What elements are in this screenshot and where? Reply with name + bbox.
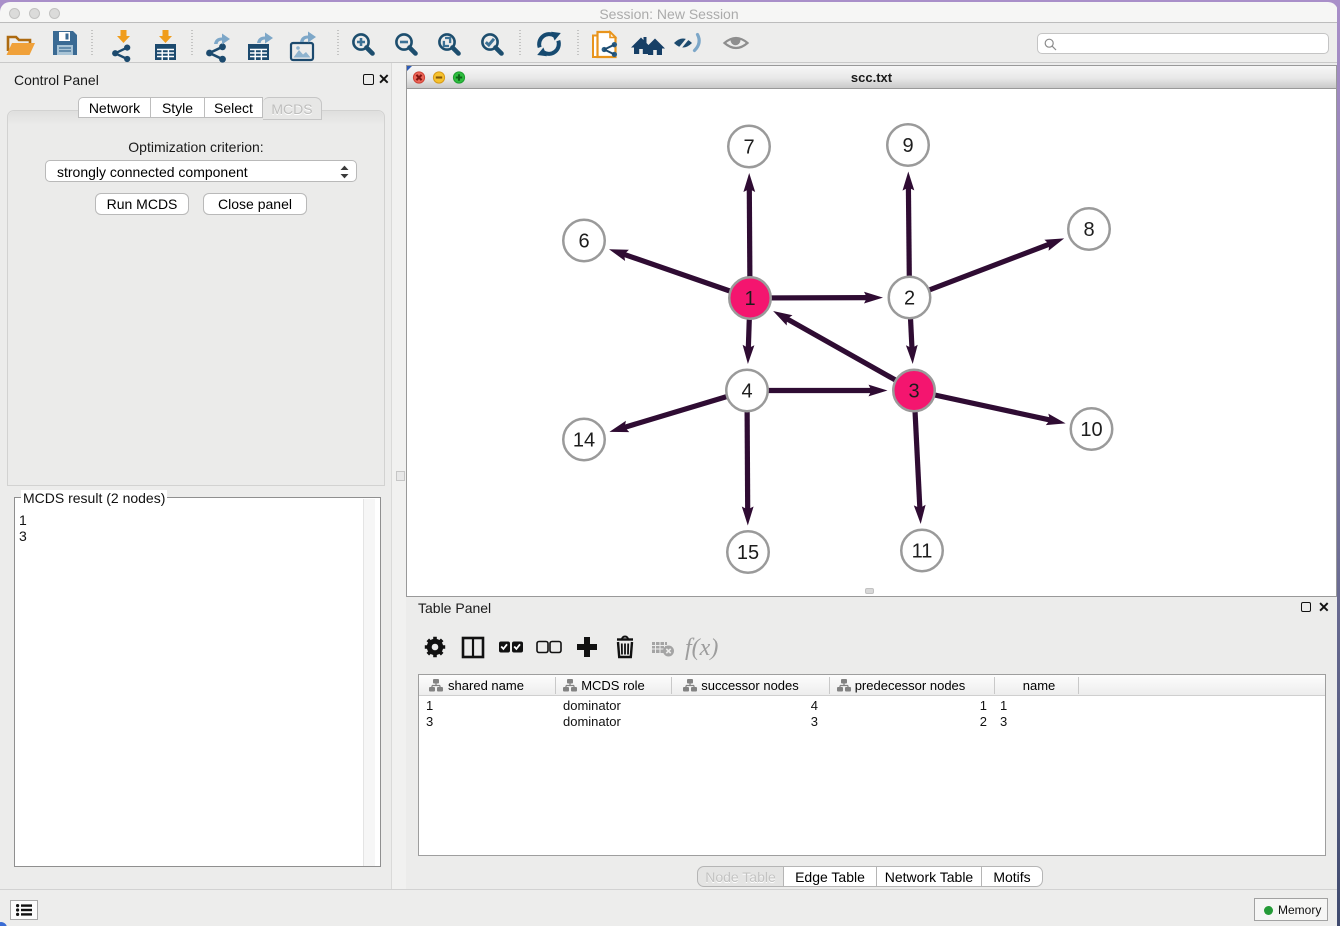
- svg-text:14: 14: [573, 430, 595, 452]
- svg-text:9: 9: [902, 135, 913, 157]
- svg-text:7: 7: [743, 137, 754, 159]
- svg-text:f(x): f(x): [685, 635, 718, 661]
- svg-text:shared name: shared name: [448, 678, 524, 693]
- svg-text:11: 11: [912, 541, 933, 563]
- svg-text:6: 6: [578, 231, 589, 253]
- svg-text:predecessor nodes: predecessor nodes: [855, 678, 966, 693]
- svg-text:10: 10: [1080, 419, 1102, 441]
- svg-text:4: 4: [741, 381, 752, 403]
- svg-text:successor nodes: successor nodes: [701, 678, 799, 693]
- svg-text:15: 15: [737, 542, 759, 564]
- svg-text:name: name: [1023, 678, 1056, 693]
- svg-text:1: 1: [744, 288, 755, 310]
- svg-text:MCDS role: MCDS role: [581, 678, 645, 693]
- svg-text:8: 8: [1083, 219, 1094, 241]
- svg-text:3: 3: [908, 381, 919, 403]
- svg-text:2: 2: [904, 288, 915, 310]
